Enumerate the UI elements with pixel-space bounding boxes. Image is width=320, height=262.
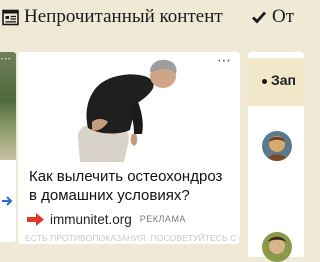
tab-unread-content[interactable]: Непрочитанный контент — [2, 5, 223, 29]
ad-disclaimer: ЕСТЬ ПРОТИВОПОКАЗАНИЯ. ПОСОВЕТУЙТЕСЬ С В… — [25, 233, 240, 243]
ad-domain[interactable]: immunitet.org — [50, 212, 132, 227]
arrow-right-icon — [27, 212, 44, 226]
previous-card[interactable]: ⋯ — [0, 52, 16, 242]
tab-other[interactable]: От — [252, 5, 294, 29]
more-dots-icon[interactable]: ⋯ — [217, 53, 232, 67]
ad-source[interactable]: immunitet.org РЕКЛАМА — [27, 210, 186, 228]
arrow-right-icon — [2, 196, 13, 206]
tab-other-label: От — [272, 6, 295, 27]
avatar[interactable] — [262, 232, 292, 262]
ad-image — [18, 52, 240, 162]
ad-card[interactable]: ⋯ Как вылечить остеохондроз в домашних у… — [18, 52, 240, 244]
top-navigation: Непрочитанный контент От — [0, 0, 300, 34]
more-dots-icon[interactable]: ⋯ — [0, 54, 11, 65]
previous-card-image — [0, 52, 16, 160]
ad-label: РЕКЛАМА — [139, 214, 186, 224]
avatar[interactable] — [262, 131, 292, 161]
sidebar-header-text[interactable]: Зап — [271, 72, 296, 88]
document-icon — [2, 9, 19, 25]
tab-unread-label: Непрочитанный контент — [24, 6, 223, 27]
checkmark-icon — [252, 11, 266, 24]
ad-title[interactable]: Как вылечить остеохондроз в домашних усл… — [29, 167, 234, 205]
bullet-icon — [262, 79, 267, 84]
